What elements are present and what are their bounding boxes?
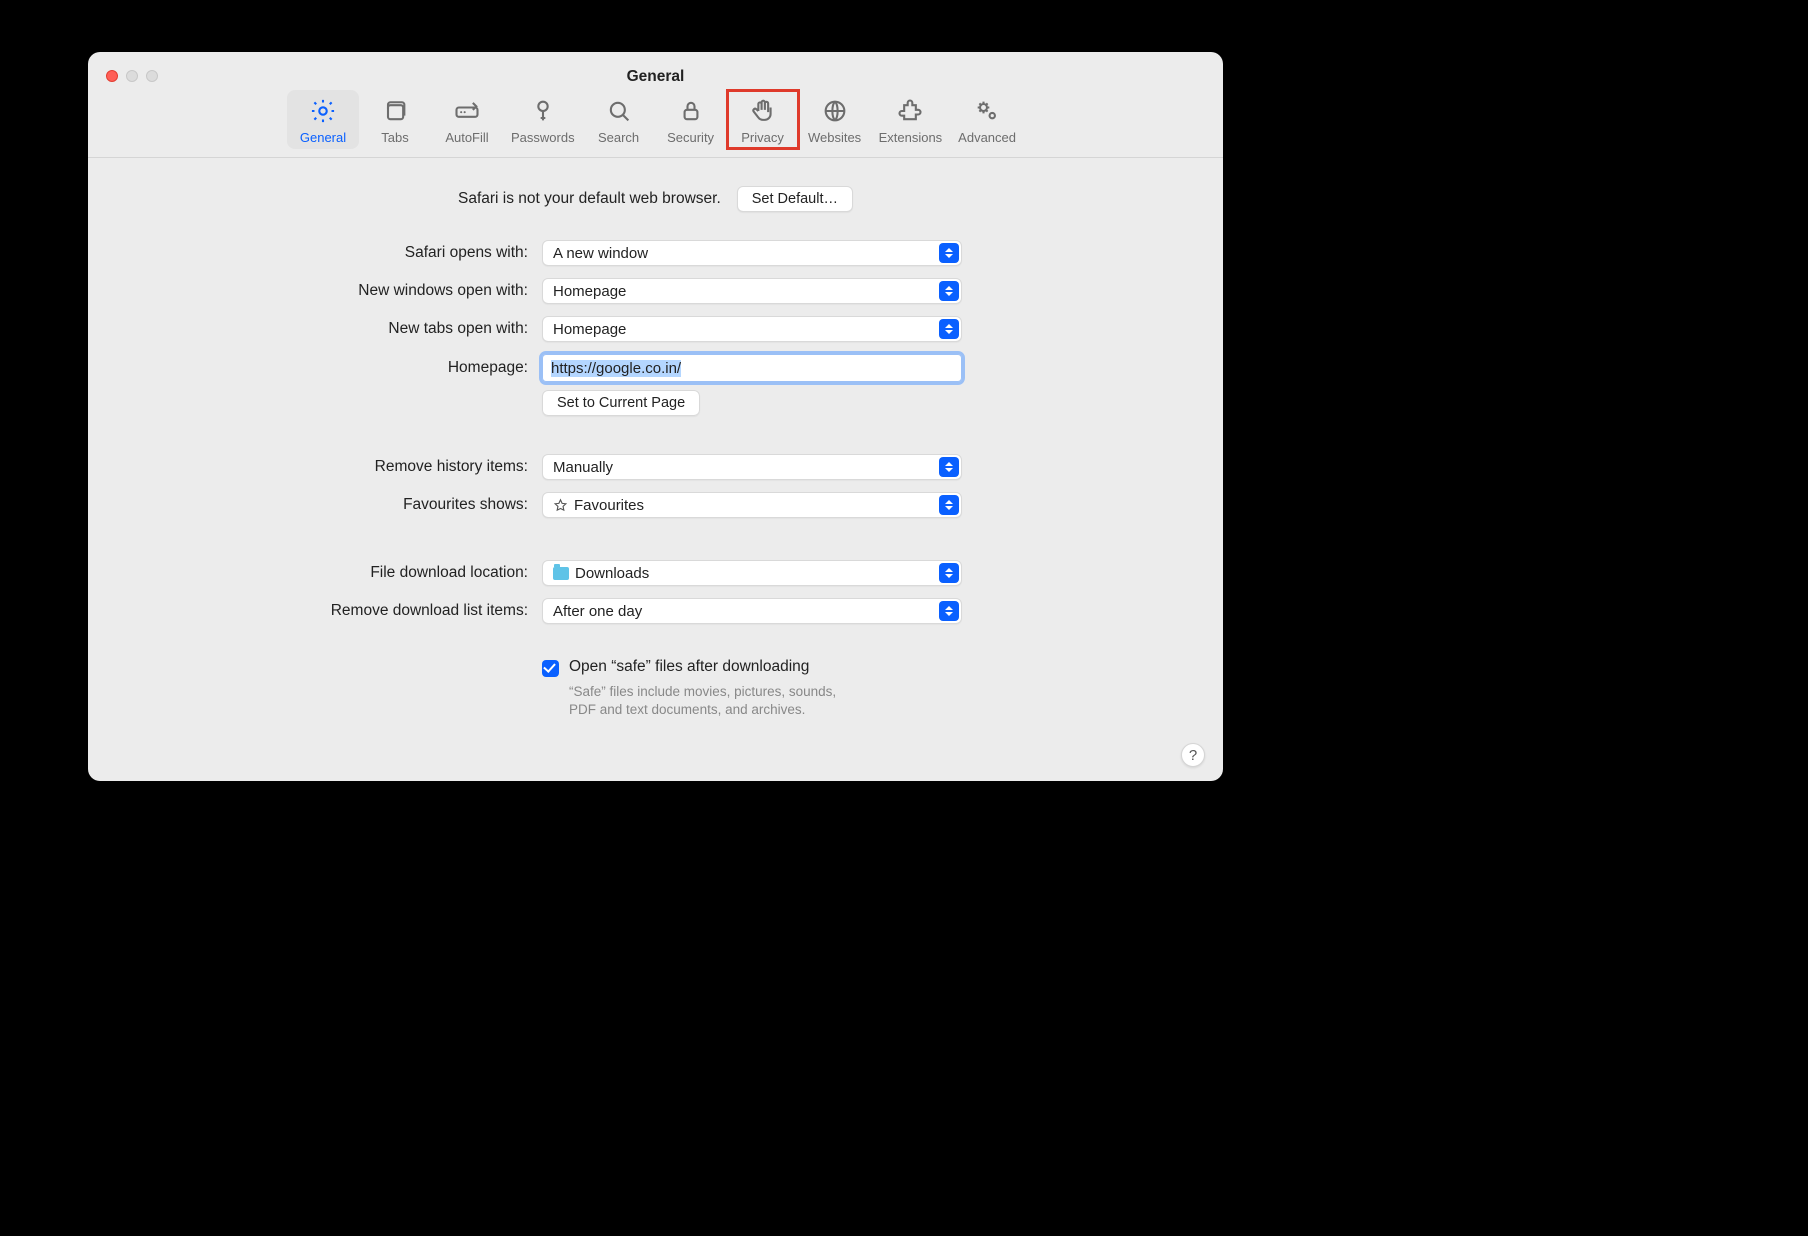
gears-icon <box>973 96 1001 126</box>
tab-label: AutoFill <box>445 130 488 145</box>
tab-label: Extensions <box>879 130 943 145</box>
open-safe-files-checkbox[interactable] <box>542 660 559 677</box>
select-value: Favourites <box>574 497 644 514</box>
tab-label: Security <box>667 130 714 145</box>
homepage-field[interactable]: https://google.co.in/ <box>542 354 962 382</box>
select-value: Downloads <box>575 565 649 582</box>
key-icon <box>529 96 557 126</box>
tab-extensions[interactable]: Extensions <box>871 90 951 149</box>
tab-autofill[interactable]: AutoFill <box>431 90 503 149</box>
help-icon: ? <box>1189 747 1197 764</box>
tab-general[interactable]: General <box>287 90 359 149</box>
tabs-icon <box>381 96 409 126</box>
tab-label: Advanced <box>958 130 1016 145</box>
remove-downloads-label: Remove download list items: <box>128 602 528 620</box>
tab-label: Websites <box>808 130 861 145</box>
tab-security[interactable]: Security <box>655 90 727 149</box>
preferences-window: General General Tabs AutoFill Passwords <box>88 52 1223 781</box>
pencil-field-icon <box>453 96 481 126</box>
tab-passwords[interactable]: Passwords <box>503 90 583 149</box>
select-value: Manually <box>553 459 613 476</box>
safe-files-hint-line1: “Safe” files include movies, pictures, s… <box>569 683 962 701</box>
tab-tabs[interactable]: Tabs <box>359 90 431 149</box>
hand-icon <box>749 96 777 126</box>
lock-icon <box>677 96 705 126</box>
chevrons-icon <box>939 563 959 583</box>
remove-downloads-select[interactable]: After one day <box>542 598 962 624</box>
tab-label: General <box>300 130 346 145</box>
opens-with-label: Safari opens with: <box>128 244 528 262</box>
tab-advanced[interactable]: Advanced <box>950 90 1024 149</box>
download-location-label: File download location: <box>128 564 528 582</box>
gear-icon <box>309 96 337 126</box>
homepage-value: https://google.co.in/ <box>551 360 681 377</box>
search-icon <box>605 96 633 126</box>
favourites-label: Favourites shows: <box>128 496 528 514</box>
window-title: General <box>88 68 1223 86</box>
chevrons-icon <box>939 319 959 339</box>
tab-label: Privacy <box>741 130 784 145</box>
opens-with-select[interactable]: A new window <box>542 240 962 266</box>
chevrons-icon <box>939 281 959 301</box>
help-button[interactable]: ? <box>1181 743 1205 767</box>
download-location-select[interactable]: Downloads <box>542 560 962 586</box>
folder-icon <box>553 567 569 580</box>
tab-privacy[interactable]: Privacy <box>727 90 799 149</box>
default-browser-message: Safari is not your default web browser. <box>458 190 721 208</box>
remove-history-label: Remove history items: <box>128 458 528 476</box>
chevrons-icon <box>939 457 959 477</box>
puzzle-icon <box>896 96 924 126</box>
tab-websites[interactable]: Websites <box>799 90 871 149</box>
tab-label: Tabs <box>381 130 408 145</box>
globe-icon <box>821 96 849 126</box>
select-value: After one day <box>553 603 642 620</box>
star-icon <box>553 498 568 513</box>
select-value: Homepage <box>553 321 626 338</box>
chevrons-icon <box>939 243 959 263</box>
remove-history-select[interactable]: Manually <box>542 454 962 480</box>
set-default-button[interactable]: Set Default… <box>737 186 853 212</box>
favourites-select[interactable]: Favourites <box>542 492 962 518</box>
new-windows-select[interactable]: Homepage <box>542 278 962 304</box>
chevrons-icon <box>939 601 959 621</box>
tab-label: Search <box>598 130 639 145</box>
homepage-label: Homepage: <box>128 359 528 377</box>
tab-label: Passwords <box>511 130 575 145</box>
new-tabs-label: New tabs open with: <box>128 320 528 338</box>
set-to-current-page-button[interactable]: Set to Current Page <box>542 390 700 416</box>
select-value: Homepage <box>553 283 626 300</box>
chevrons-icon <box>939 495 959 515</box>
new-windows-label: New windows open with: <box>128 282 528 300</box>
open-safe-files-label: Open “safe” files after downloading <box>569 658 809 676</box>
select-value: A new window <box>553 245 648 262</box>
general-pane: Safari is not your default web browser. … <box>88 158 1223 739</box>
safe-files-hint-line2: PDF and text documents, and archives. <box>569 701 962 719</box>
tab-search[interactable]: Search <box>583 90 655 149</box>
new-tabs-select[interactable]: Homepage <box>542 316 962 342</box>
